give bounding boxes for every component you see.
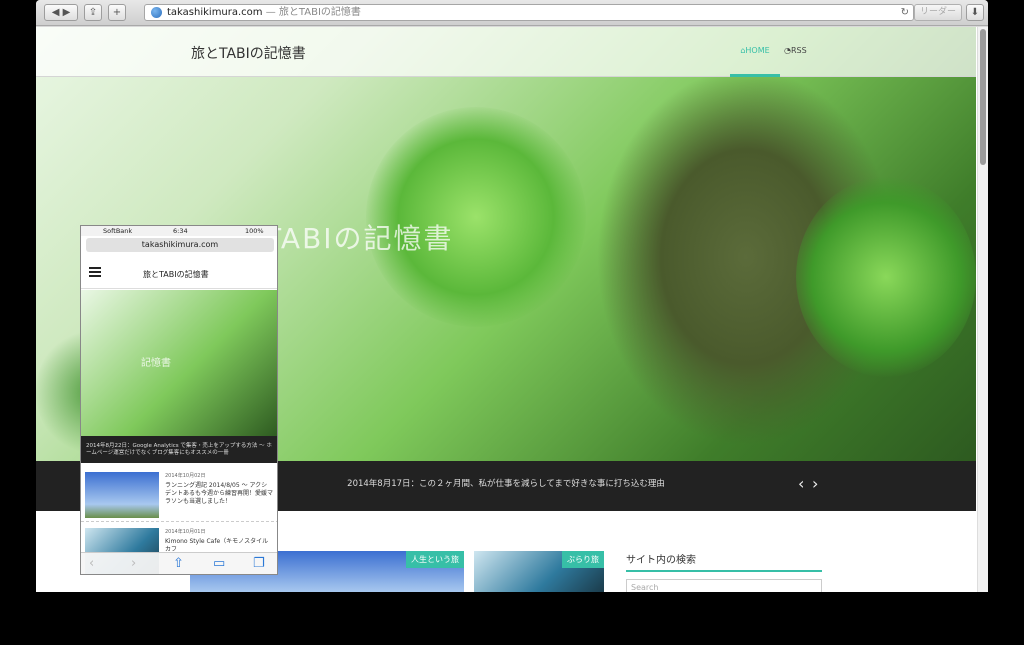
bookmarks-icon[interactable]: ▭ <box>213 556 225 571</box>
chevron-right-icon[interactable]: › <box>812 474 818 493</box>
search-input[interactable]: Search <box>626 579 822 592</box>
share-icon[interactable]: ⇧ <box>173 556 184 571</box>
rss-icon: ◔ <box>784 46 791 55</box>
scrollbar-thumb[interactable] <box>980 29 986 165</box>
download-icon[interactable]: ⬇ <box>966 4 984 21</box>
chevron-left-icon[interactable]: ‹ <box>798 474 804 493</box>
search-heading: サイト内の検索 <box>626 555 696 566</box>
url-page-title: 旅とTABIの記憶書 <box>278 7 361 18</box>
phone-bottom-toolbar: ‹ › ⇧ ▭ ❐ <box>81 552 277 574</box>
category-badge[interactable]: 人生という旅 <box>406 551 464 568</box>
nav-rss-label: RSS <box>790 46 807 55</box>
phone-site-header: 旅とTABIの記憶書 <box>81 259 277 289</box>
carrier: SoftBank <box>103 227 133 235</box>
globe-icon <box>151 7 162 18</box>
reload-icon[interactable]: ↻ <box>901 5 909 20</box>
nav-home-label: HOME <box>745 46 770 55</box>
foliage <box>796 177 976 377</box>
post-thumbnail <box>85 472 159 518</box>
battery-level: 100% <box>245 227 264 235</box>
category-badge[interactable]: ぶらり旅 <box>562 551 604 568</box>
back-icon[interactable]: ‹ <box>89 556 94 571</box>
forward-icon[interactable]: › <box>131 556 136 571</box>
list-item[interactable]: 2014年10月02日 ランニング週記 2014/8/05 〜 アクシデントある… <box>81 468 277 522</box>
site-header: 旅とTABIの記憶書 ⌂HOME ◔RSS <box>36 27 976 77</box>
nav-rss[interactable]: ◔RSS <box>784 27 820 77</box>
url-host: takashikimura.com <box>167 7 263 18</box>
post-date: 2014年10月01日 <box>165 529 206 535</box>
nav-home[interactable]: ⌂HOME <box>730 27 780 77</box>
post-card[interactable]: ぶらり旅 <box>474 551 604 592</box>
tabs-icon[interactable]: ❐ <box>253 556 265 571</box>
clock: 6:34 <box>173 227 188 235</box>
new-tab-button[interactable]: + <box>108 4 126 21</box>
hamburger-icon[interactable] <box>89 267 101 277</box>
phone-hero-image: 記憶書 <box>81 290 277 436</box>
hero-title: TABIの記憶書 <box>264 222 454 255</box>
phone-screenshot: SoftBank 6:34 100% takashikimura.com 旅とT… <box>80 225 278 575</box>
browser-toolbar: ◀ ▶ ⇪ + takashikimura.com — 旅とTABIの記憶書 ↻… <box>36 0 988 26</box>
search-underline <box>626 570 822 572</box>
phone-hero-title: 記憶書 <box>141 358 171 369</box>
url-separator: — <box>262 7 279 18</box>
address-bar[interactable]: takashikimura.com — 旅とTABIの記憶書 ↻ <box>144 4 914 21</box>
site-title[interactable]: 旅とTABIの記憶書 <box>191 43 306 63</box>
scrollbar[interactable] <box>977 27 988 592</box>
post-title[interactable]: ランニング週記 2014/8/05 〜 アクシデントあるも今週から練習再開！愛媛… <box>165 482 273 506</box>
back-forward-buttons[interactable]: ◀ ▶ <box>44 4 78 21</box>
web-page: TABIの記憶書 旅とTABIの記憶書 ⌂HOME ◔RSS 2014年8月17… <box>36 27 988 592</box>
phone-slide-caption[interactable]: 2014年8月22日：Google Analytics で集客・売上をアップする… <box>81 436 277 463</box>
phone-site-title[interactable]: 旅とTABIの記憶書 <box>143 269 209 280</box>
post-date: 2014年10月02日 <box>165 473 206 479</box>
phone-status-bar: SoftBank 6:34 100% <box>81 226 277 236</box>
browser-window: ◀ ▶ ⇪ + takashikimura.com — 旅とTABIの記憶書 ↻… <box>36 0 988 592</box>
reader-button[interactable]: リーダー <box>914 4 962 21</box>
share-icon[interactable]: ⇪ <box>84 4 102 21</box>
phone-address-bar[interactable]: takashikimura.com <box>86 238 274 252</box>
